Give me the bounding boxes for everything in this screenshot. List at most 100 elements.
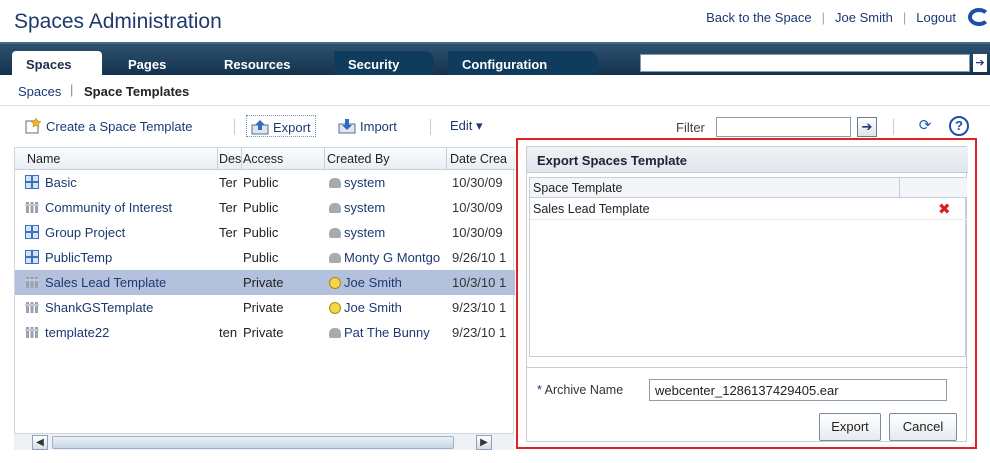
tab-configuration[interactable]: Configuration bbox=[448, 51, 598, 77]
template-name-link[interactable]: Group Project bbox=[45, 225, 217, 240]
template-access: Private bbox=[243, 300, 284, 315]
required-indicator: * bbox=[537, 383, 542, 397]
create-template-button[interactable]: Create a Space Template bbox=[20, 115, 196, 137]
breadcrumb-spaces[interactable]: Spaces bbox=[18, 84, 61, 99]
template-date-created: 10/30/09 bbox=[452, 200, 503, 215]
help-icon[interactable]: ? bbox=[949, 116, 969, 136]
template-created-by[interactable]: system bbox=[329, 225, 447, 240]
col-name[interactable]: Name bbox=[27, 152, 217, 166]
app-window: Spaces Administration Back to the Space |… bbox=[0, 0, 990, 463]
template-created-by[interactable]: Pat The Bunny bbox=[329, 325, 447, 340]
template-date-created: 9/23/10 1 bbox=[452, 300, 507, 315]
table-row[interactable]: ShankGSTemplate Private Joe Smith 9/23/10 1 bbox=[15, 295, 515, 320]
app-title: Spaces Administration bbox=[14, 10, 222, 33]
export-dialog: Export Spaces Template Space Template Sa… bbox=[526, 146, 968, 442]
table-row[interactable]: Community of Interest Ter Public system 10/3… bbox=[15, 195, 515, 220]
toolbar-divider bbox=[234, 119, 235, 135]
user-icon bbox=[329, 277, 341, 289]
export-label: Export bbox=[273, 120, 311, 135]
col-access[interactable]: Access bbox=[243, 152, 323, 166]
user-group-icon bbox=[329, 328, 341, 338]
dialog-cancel-button[interactable]: Cancel bbox=[889, 413, 957, 441]
dialog-title: Export Spaces Template bbox=[527, 147, 968, 173]
tab-resources[interactable]: Resources bbox=[210, 51, 318, 77]
template-date-created: 10/3/10 1 bbox=[452, 275, 507, 290]
export-dialog-highlight: Export Spaces Template Space Template Sa… bbox=[516, 138, 977, 449]
tab-pages[interactable]: Pages bbox=[114, 51, 194, 77]
column-divider bbox=[899, 178, 900, 198]
template-name-link[interactable]: PublicTemp bbox=[45, 250, 217, 265]
template-name-link[interactable]: Community of Interest bbox=[45, 200, 217, 215]
export-table-row[interactable]: Sales Lead Template ✖ bbox=[530, 198, 967, 220]
template-description: Ter bbox=[219, 225, 238, 240]
export-button[interactable]: Export bbox=[246, 115, 316, 137]
breadcrumb: Spaces | Space Templates bbox=[0, 75, 990, 106]
link-separator: | bbox=[821, 10, 826, 25]
creator-name: system bbox=[344, 200, 386, 215]
toolbar-divider bbox=[893, 119, 894, 135]
template-access: Public bbox=[243, 250, 279, 265]
template-access: Public bbox=[243, 200, 279, 215]
col-description[interactable]: Des bbox=[219, 152, 241, 166]
scroll-right-icon[interactable]: ▶ bbox=[476, 435, 492, 450]
template-created-by[interactable]: system bbox=[329, 200, 447, 215]
column-divider[interactable] bbox=[446, 148, 447, 170]
tab-security[interactable]: Security bbox=[334, 51, 434, 77]
template-date-created: 10/30/09 bbox=[452, 225, 503, 240]
table-row[interactable]: PublicTemp Public Monty G Montgo 9/26/10 1 bbox=[15, 245, 515, 270]
table-row[interactable]: Basic Ter Public system 10/30/09 bbox=[15, 170, 515, 195]
creator-name: Pat The Bunny bbox=[344, 325, 430, 340]
table-row[interactable]: template22 ten Private Pat The Bunny 9/23/10… bbox=[15, 320, 515, 345]
refresh-icon[interactable]: ⟳ bbox=[914, 116, 936, 138]
template-created-by[interactable]: system bbox=[329, 175, 447, 190]
global-search-input[interactable] bbox=[640, 54, 970, 72]
template-date-created: 9/23/10 1 bbox=[452, 325, 507, 340]
user-group-icon bbox=[329, 253, 341, 263]
remove-icon[interactable]: ✖ bbox=[938, 200, 951, 218]
col-date-created[interactable]: Date Crea bbox=[450, 152, 510, 166]
template-access: Private bbox=[243, 325, 284, 340]
template-name-link[interactable]: ShankGSTemplate bbox=[45, 300, 217, 315]
column-divider[interactable] bbox=[241, 148, 242, 170]
export-template-table: Space Template Sales Lead Template ✖ bbox=[529, 177, 967, 357]
create-template-label: Create a Space Template bbox=[46, 119, 193, 134]
filter-go-icon[interactable]: ➔ bbox=[857, 117, 877, 137]
scroll-thumb[interactable] bbox=[52, 436, 454, 449]
col-space-template: Space Template bbox=[533, 181, 623, 195]
template-name-link[interactable]: Sales Lead Template bbox=[45, 275, 217, 290]
import-label: Import bbox=[360, 119, 397, 134]
template-created-by[interactable]: Monty G Montgo bbox=[329, 250, 447, 265]
column-divider[interactable] bbox=[324, 148, 325, 170]
user-name-link[interactable]: Joe Smith bbox=[835, 10, 893, 25]
scroll-left-icon[interactable]: ◀ bbox=[32, 435, 48, 450]
template-name-link[interactable]: template22 bbox=[45, 325, 217, 340]
oracle-logo-icon bbox=[968, 8, 990, 26]
template-created-by[interactable]: Joe Smith bbox=[329, 275, 447, 290]
col-created-by[interactable]: Created By bbox=[327, 152, 445, 166]
logout-link[interactable]: Logout bbox=[916, 10, 956, 25]
template-access: Public bbox=[243, 225, 279, 240]
table-row[interactable]: Group Project Ter Public system 10/30/09 bbox=[15, 220, 515, 245]
table-hscrollbar[interactable]: ◀ ▶ bbox=[14, 433, 514, 450]
filter-input[interactable] bbox=[716, 117, 851, 137]
filter-label: Filter bbox=[676, 120, 705, 135]
template-date-created: 9/26/10 1 bbox=[452, 250, 507, 265]
template-name-link[interactable]: Basic bbox=[45, 175, 217, 190]
import-button[interactable]: Import bbox=[334, 115, 401, 137]
tab-spaces[interactable]: Spaces bbox=[12, 51, 102, 77]
archive-name-input[interactable] bbox=[649, 379, 947, 401]
back-to-space-link[interactable]: Back to the Space bbox=[706, 10, 812, 25]
templates-table: Name Des Access Created By Date Crea Bas… bbox=[14, 147, 515, 447]
search-go-icon[interactable]: ➔ bbox=[973, 54, 987, 72]
template-description: ten bbox=[219, 325, 238, 340]
edit-menu-button[interactable]: Edit ▾ bbox=[446, 115, 487, 137]
creator-name: system bbox=[344, 225, 386, 240]
template-access: Public bbox=[243, 175, 279, 190]
column-divider[interactable] bbox=[217, 148, 218, 170]
archive-name-label: * Archive Name bbox=[537, 383, 623, 397]
header-links: Back to the Space | Joe Smith | Logout bbox=[706, 10, 956, 25]
create-template-icon bbox=[25, 118, 42, 134]
table-row[interactable]: Sales Lead Template Private Joe Smith 10/3/… bbox=[15, 270, 515, 295]
dialog-export-button[interactable]: Export bbox=[819, 413, 881, 441]
template-created-by[interactable]: Joe Smith bbox=[329, 300, 447, 315]
